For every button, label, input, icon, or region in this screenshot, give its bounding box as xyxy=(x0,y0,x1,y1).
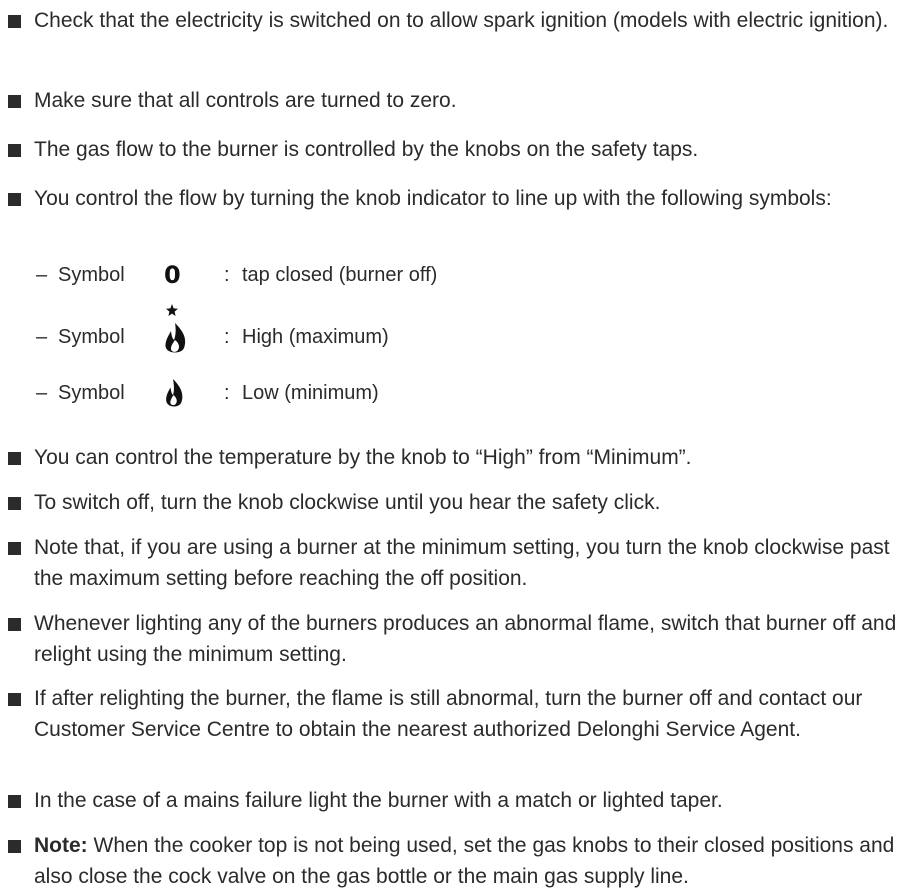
bullet-icon xyxy=(8,15,21,28)
small-flame-svg xyxy=(166,379,183,407)
item-text: To switch off, turn the knob clockwise u… xyxy=(34,491,661,514)
dash: – xyxy=(36,382,48,404)
instructions-page: Check that the electricity is switched o… xyxy=(0,0,910,888)
symbol-label: Symbol xyxy=(58,264,125,286)
colon: : xyxy=(224,326,230,348)
list-item: If after relighting the burner, the flam… xyxy=(8,683,908,745)
item-text: In the case of a mains failure light the… xyxy=(34,789,723,812)
bullet-icon xyxy=(8,144,21,157)
dash: – xyxy=(36,326,48,348)
bullet-icon xyxy=(8,542,21,555)
bullet-icon xyxy=(8,693,21,706)
item-text: You can control the temperature by the k… xyxy=(34,446,692,469)
symbol-row-high: – Symbol : High (maximum) xyxy=(0,304,900,360)
dash: – xyxy=(36,264,48,286)
bullet-icon xyxy=(8,193,21,206)
bullet-icon xyxy=(8,795,21,808)
item-text: Whenever lighting any of the burners pro… xyxy=(34,612,897,666)
list-item: You can control the temperature by the k… xyxy=(8,442,908,473)
symbol-label: Symbol xyxy=(58,326,125,348)
symbol-description: Low (minimum) xyxy=(242,382,379,404)
symbol-description: High (maximum) xyxy=(242,326,389,348)
bullet-icon xyxy=(8,452,21,465)
list-item: In the case of a mains failure light the… xyxy=(8,785,908,816)
list-item: You control the flow by turning the knob… xyxy=(8,183,908,214)
symbol-description: tap closed (burner off) xyxy=(242,264,438,286)
colon: : xyxy=(224,382,230,404)
zero-glyph: 0 xyxy=(164,261,181,289)
item-text: The gas flow to the burner is controlled… xyxy=(34,138,699,161)
list-item: Make sure that all controls are turned t… xyxy=(8,85,908,116)
symbol-label: Symbol xyxy=(58,382,125,404)
bullet-icon xyxy=(8,497,21,510)
list-item: Whenever lighting any of the burners pro… xyxy=(8,608,908,670)
item-text: You control the flow by turning the knob… xyxy=(34,187,832,210)
large-flame-star-icon xyxy=(160,302,192,360)
item-text: If after relighting the burner, the flam… xyxy=(34,687,863,741)
item-text: Note that, if you are using a burner at … xyxy=(34,536,890,590)
note-label: Note: xyxy=(34,834,88,857)
item-text: Check that the electricity is switched o… xyxy=(34,9,889,32)
zero-icon: 0 xyxy=(160,258,192,298)
bullet-icon xyxy=(8,95,21,108)
bullet-icon xyxy=(8,840,21,853)
large-flame-star-svg xyxy=(165,304,186,353)
symbol-row-off: – Symbol 0 : tap closed (burner off) xyxy=(0,258,900,298)
note-text: Note: When the cooker top is not being u… xyxy=(8,830,908,892)
symbol-row-low: – Symbol : Low (minimum) xyxy=(0,376,900,416)
list-item: Check that the electricity is switched o… xyxy=(8,5,908,36)
bullet-icon xyxy=(8,618,21,631)
colon: : xyxy=(224,264,230,286)
list-item: The gas flow to the burner is controlled… xyxy=(8,134,908,165)
item-text: Make sure that all controls are turned t… xyxy=(34,89,457,112)
note-item: Note: When the cooker top is not being u… xyxy=(8,830,908,892)
small-flame-icon xyxy=(160,376,192,416)
list-item: To switch off, turn the knob clockwise u… xyxy=(8,487,908,518)
list-item: Note that, if you are using a burner at … xyxy=(8,532,908,594)
